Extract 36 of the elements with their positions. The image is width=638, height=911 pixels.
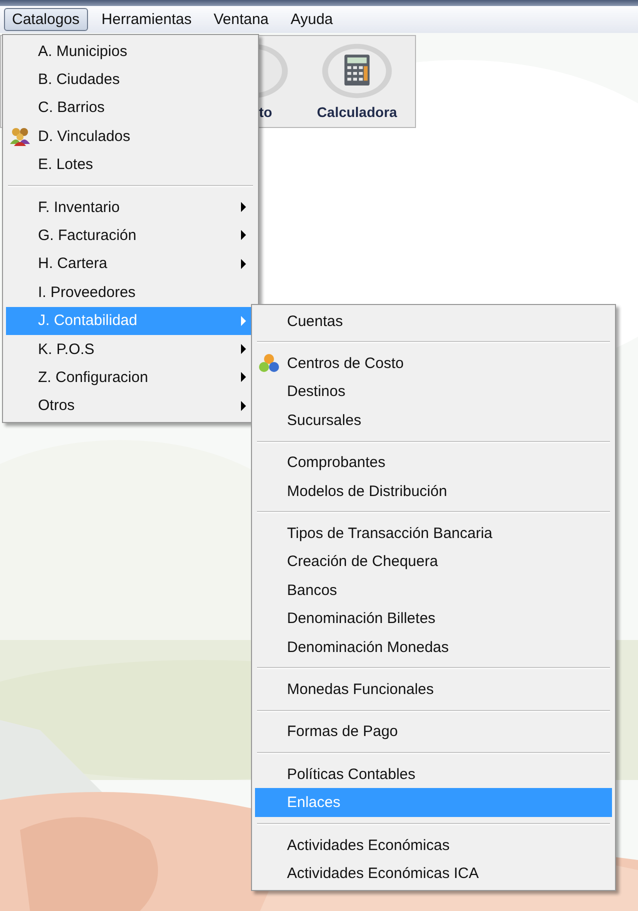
menu-item[interactable]: F. Inventario [6, 192, 255, 222]
menu-item[interactable]: Sucursales [255, 406, 612, 435]
menu-item[interactable]: Otros [6, 392, 255, 420]
menu-item[interactable]: E. Lotes [6, 150, 255, 179]
menu-item[interactable]: B. Ciudades [6, 65, 255, 94]
menu-item[interactable]: Creación de Chequera [255, 548, 612, 576]
menu-item[interactable]: K. P.O.S [6, 334, 255, 364]
menu-bar-item[interactable]: Herramientas [94, 8, 200, 31]
menu-bar-item[interactable]: Catalogos [4, 8, 88, 31]
menu-item[interactable]: I. Proveedores [6, 278, 255, 307]
menu-item[interactable]: Centros de Costo [255, 349, 612, 378]
menu-item[interactable]: Formas de Pago [255, 718, 612, 746]
toolbar-button[interactable]: Calculadora [305, 36, 409, 127]
menu-item[interactable]: Cuentas [255, 307, 612, 336]
menu-item[interactable]: Denominación Billetes [255, 604, 612, 633]
menu-item[interactable]: Actividades Económicas [255, 830, 612, 860]
menu-item[interactable]: Políticas Contables [255, 760, 612, 788]
menu-bar-item[interactable]: Ventana [206, 8, 277, 31]
menu-item[interactable]: Modelos de Distribución [255, 476, 612, 506]
menu-item[interactable]: Tipos de Transacción Bancaria [255, 519, 612, 548]
menu-item[interactable]: Comprobantes [255, 448, 612, 477]
menu-item[interactable]: Actividades Económicas ICA [255, 859, 612, 888]
menu-item[interactable]: Z. Configuracion [6, 363, 255, 392]
menu-item[interactable]: G. Facturación [6, 221, 255, 250]
menu-item[interactable]: A. Municipios [6, 37, 255, 66]
menu-item[interactable]: D. Vinculados [6, 122, 255, 151]
people-icon [9, 126, 31, 146]
menu-item[interactable]: H. Cartera [6, 250, 255, 278]
menu-item[interactable]: Denominación Monedas [255, 632, 612, 662]
calculator-icon [319, 42, 395, 100]
menu-item[interactable]: Monedas Funcionales [255, 675, 612, 704]
menu-item[interactable]: Bancos [255, 576, 612, 605]
menu-item[interactable]: Destinos [255, 378, 612, 406]
menu-bar-item[interactable]: Ayuda [282, 8, 341, 31]
menu-item[interactable]: C. Barrios [6, 94, 255, 122]
spheres-icon [258, 353, 280, 374]
